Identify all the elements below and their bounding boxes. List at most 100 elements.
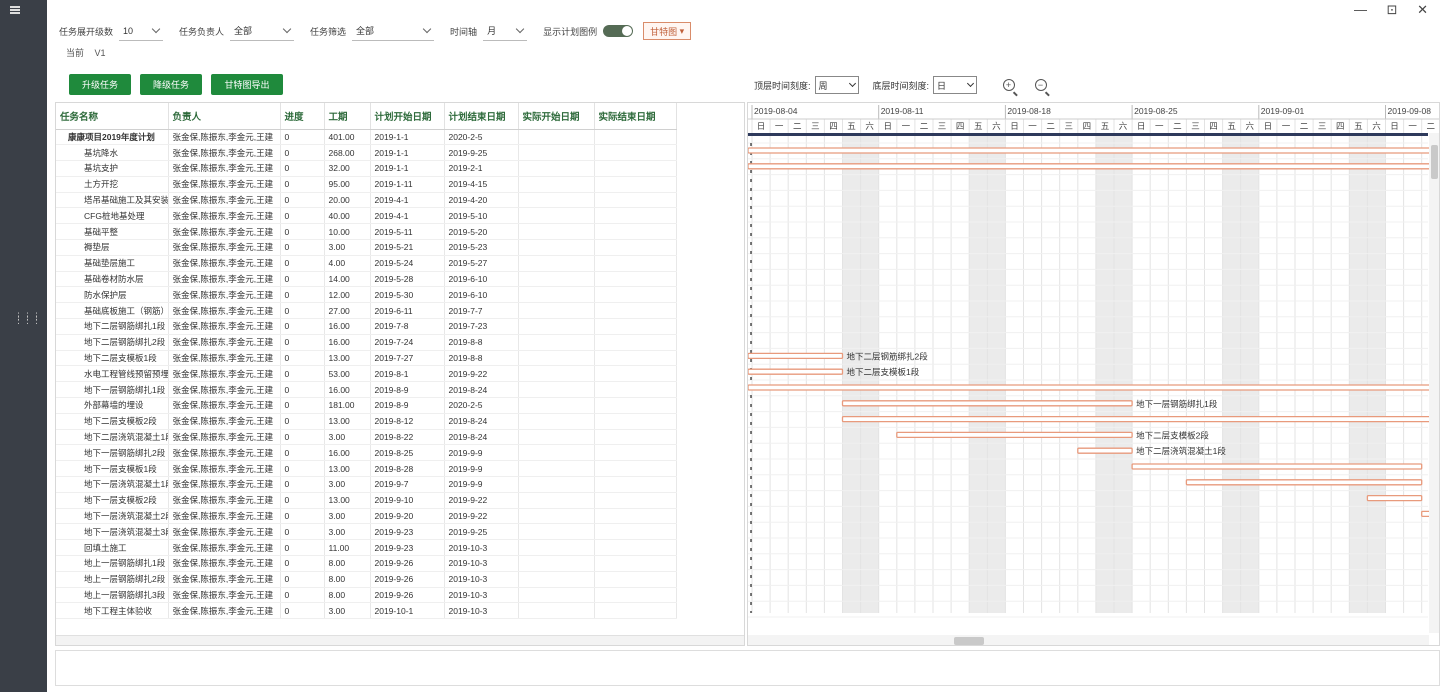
menu-icon[interactable] bbox=[10, 6, 20, 14]
table-cell: 2019-4-1 bbox=[370, 207, 445, 225]
table-cell: 回填土施工 bbox=[56, 539, 169, 557]
task-filter-select[interactable]: 全部 bbox=[352, 21, 435, 41]
task-bar-label: 地下二层浇筑混凝土1段 bbox=[1136, 446, 1226, 456]
table-row[interactable]: 基础垫层施工 张金保,陈振东,李金元,王建 0 4.00 2019-5-24 2019-5… bbox=[56, 255, 677, 272]
column-header[interactable]: 进度 bbox=[280, 103, 325, 130]
table-row[interactable]: 康康项目2019年度计划 张金保,陈振东,李金元,王建 0 401.00 2019-1-… bbox=[56, 129, 677, 146]
task-bar bbox=[1077, 447, 1133, 454]
table-row[interactable]: 地下一层钢筋绑扎2段 张金保,陈振东,李金元,王建 0 16.00 2019-8-25 2… bbox=[56, 444, 677, 462]
table-cell: 张金保,陈振东,李金元,王建 bbox=[168, 413, 281, 430]
table-row[interactable]: 水电工程管线预留预埋 张金保,陈振东,李金元,王建 0 53.00 2019-8-1 20… bbox=[56, 365, 677, 383]
task-bar-label: 地下二层支模板1段 bbox=[847, 367, 920, 377]
table-row[interactable]: 地下一层浇筑混凝土3段 张金保,陈振东,李金元,王建 0 3.00 2019-9-23 2… bbox=[56, 523, 677, 541]
table-row[interactable]: 褥垫层 张金保,陈振东,李金元,王建 0 3.00 2019-5-21 2019-5-23 bbox=[56, 239, 677, 256]
table-row[interactable]: 外部幕墙的埋设 张金保,陈振东,李金元,王建 0 181.00 2019-8-9 2020… bbox=[56, 397, 677, 414]
table-cell: 张金保,陈振东,李金元,王建 bbox=[168, 587, 281, 604]
table-row[interactable]: 回填土施工 张金保,陈振东,李金元,王建 0 11.00 2019-9-23 2019-1… bbox=[56, 539, 677, 557]
table-cell bbox=[594, 255, 677, 272]
column-header[interactable]: 负责人 bbox=[168, 103, 281, 130]
table-cell: 0 bbox=[280, 144, 325, 162]
column-header[interactable]: 工期 bbox=[324, 103, 371, 130]
table-cell: 2019-9-26 bbox=[370, 571, 445, 588]
table-row[interactable]: 地下一层浇筑混凝土2段 张金保,陈振东,李金元,王建 0 3.00 2019-9-20 2… bbox=[56, 508, 677, 525]
table-row[interactable]: 基础底板施工（钢筋） 张金保,陈振东,李金元,王建 0 27.00 2019-6-11 2… bbox=[56, 302, 677, 320]
table-row[interactable]: 地上一层钢筋绑扎3段 张金保,陈振东,李金元,王建 0 8.00 2019-9-26 20… bbox=[56, 587, 677, 604]
column-header[interactable]: 实际结束日期 bbox=[594, 103, 677, 130]
table-row[interactable]: 地下一层支模板1段 张金保,陈振东,李金元,王建 0 13.00 2019-8-28 20… bbox=[56, 460, 677, 478]
breadcrumb-home[interactable]: 当前 bbox=[66, 48, 84, 58]
task-bar bbox=[841, 400, 1133, 407]
table-cell: 2019-9-20 bbox=[370, 508, 445, 525]
table-row[interactable]: 地下一层钢筋绑扎1段 张金保,陈振东,李金元,王建 0 16.00 2019-8-9 20… bbox=[56, 381, 677, 399]
table-row[interactable]: 地下二层钢筋绑扎2段 张金保,陈振东,李金元,王建 0 16.00 2019-7-24 2… bbox=[56, 334, 677, 351]
column-header[interactable]: 计划结束日期 bbox=[444, 103, 519, 130]
table-cell: 181.00 bbox=[324, 397, 371, 414]
table-cell: 0 bbox=[280, 476, 325, 493]
zoom-out-icon[interactable]: − bbox=[1035, 79, 1048, 91]
table-cell: 0 bbox=[280, 460, 325, 478]
table-cell: 2019-6-11 bbox=[370, 302, 445, 320]
table-row[interactable]: 地下工程主体验收 张金保,陈振东,李金元,王建 0 3.00 2019-10-1 2019… bbox=[56, 602, 677, 620]
table-cell bbox=[518, 144, 595, 162]
show-plan-legend-toggle[interactable] bbox=[603, 25, 634, 37]
table-cell: 2019-7-27 bbox=[370, 350, 445, 367]
table-row[interactable]: 地上一层钢筋绑扎2段 张金保,陈振东,李金元,王建 0 8.00 2019-9-26 20… bbox=[56, 571, 677, 588]
upgrade-task-button[interactable]: 升级任务 bbox=[69, 74, 131, 95]
table-row[interactable]: 地下一层支模板2段 张金保,陈振东,李金元,王建 0 13.00 2019-9-10 20… bbox=[56, 492, 677, 509]
table-row[interactable]: 基础平整 张金保,陈振东,李金元,王建 0 10.00 2019-5-11 2019-5-… bbox=[56, 223, 677, 241]
table-row[interactable]: 防水保护层 张金保,陈振东,李金元,王建 0 12.00 2019-5-30 2019-6… bbox=[56, 286, 677, 304]
task-table-panel: 任务名称 负责人 进度 工期 计划开始日期 计划结束日期 实际开始日期 实际结束日期 康康项目… bbox=[55, 102, 745, 646]
zoom-in-icon[interactable]: + bbox=[1003, 79, 1016, 91]
table-row[interactable]: 基础卷材防水层 张金保,陈振东,李金元,王建 0 14.00 2019-5-28 2019… bbox=[56, 271, 677, 288]
window-controls[interactable]: — ⊡ ✕ bbox=[1354, 2, 1436, 18]
table-cell bbox=[518, 239, 595, 256]
table-cell: 地下一层浇筑混凝土2段 bbox=[56, 508, 169, 525]
table-row[interactable]: 地下二层支模板2段 张金保,陈振东,李金元,王建 0 13.00 2019-8-12 20… bbox=[56, 413, 677, 430]
table-row[interactable]: CFG桩地基处理 张金保,陈振东,李金元,王建 0 40.00 2019-4-1 2019… bbox=[56, 207, 677, 225]
table-cell: 外部幕墙的埋设 bbox=[56, 397, 169, 414]
table-cell bbox=[518, 492, 595, 509]
gantt-view-button[interactable]: 甘特图 ▾ bbox=[643, 22, 692, 40]
table-row[interactable]: 地下二层钢筋绑扎1段 张金保,陈振东,李金元,王建 0 16.00 2019-7-8 20… bbox=[56, 318, 677, 335]
column-header[interactable]: 任务名称 bbox=[56, 103, 169, 130]
weekday-label: 二 bbox=[793, 121, 802, 131]
column-header[interactable]: 计划开始日期 bbox=[370, 103, 445, 130]
weekday-label: 五 bbox=[1101, 121, 1110, 131]
column-header[interactable]: 实际开始日期 bbox=[518, 103, 595, 130]
owner-select[interactable]: 全部 bbox=[230, 21, 295, 41]
downgrade-task-button[interactable]: 降级任务 bbox=[140, 74, 202, 95]
weekday-label: 四 bbox=[956, 121, 965, 131]
week-label: 2019-08-18 bbox=[1007, 106, 1051, 116]
table-cell: 2019-5-27 bbox=[444, 255, 519, 272]
table-cell: 2019-7-7 bbox=[444, 302, 519, 320]
table-row[interactable]: 基坑支护 张金保,陈振东,李金元,王建 0 32.00 2019-1-1 2019-2-1 bbox=[56, 160, 677, 177]
table-cell: 0 bbox=[280, 539, 325, 557]
gantt-export-button[interactable]: 甘特图导出 bbox=[211, 74, 283, 95]
task-bar bbox=[748, 368, 844, 375]
table-horizontal-scrollbar[interactable] bbox=[56, 635, 744, 645]
table-row[interactable]: 地上一层钢筋绑扎1段 张金保,陈振东,李金元,王建 0 8.00 2019-9-26 20… bbox=[56, 555, 677, 572]
bottom-scale-select[interactable]: 日 bbox=[933, 76, 978, 94]
table-cell bbox=[518, 334, 595, 351]
table-cell: 张金保,陈振东,李金元,王建 bbox=[168, 365, 281, 383]
table-row[interactable]: 地下二层浇筑混凝土1段 张金保,陈振东,李金元,王建 0 3.00 2019-8-22 2… bbox=[56, 429, 677, 446]
table-cell: 防水保护层 bbox=[56, 286, 169, 304]
table-row[interactable]: 基坑降水 张金保,陈振东,李金元,王建 0 268.00 2019-1-1 2019-9-… bbox=[56, 144, 677, 162]
top-scale-select[interactable]: 周 bbox=[814, 76, 859, 94]
time-axis-select[interactable]: 月 bbox=[483, 21, 528, 41]
expand-level-select[interactable]: 10 bbox=[119, 21, 164, 41]
table-cell: 0 bbox=[280, 587, 325, 604]
table-row[interactable]: 塔吊基础施工及其安装 张金保,陈振东,李金元,王建 0 20.00 2019-4-1 20… bbox=[56, 192, 677, 209]
table-cell bbox=[594, 381, 677, 399]
weekday-label: 日 bbox=[757, 121, 766, 131]
table-row[interactable]: 地下一层浇筑混凝土1段 张金保,陈振东,李金元,王建 0 3.00 2019-9-7 20… bbox=[56, 476, 677, 493]
drag-handle-icon[interactable]: ⋮⋮⋮ ⋮⋮⋮ bbox=[14, 312, 41, 325]
table-row[interactable]: 地下二层支模板1段 张金保,陈振东,李金元,王建 0 13.00 2019-7-27 20… bbox=[56, 350, 677, 367]
table-row[interactable]: 土方开挖 张金保,陈振东,李金元,王建 0 95.00 2019-1-11 2019-4-… bbox=[56, 176, 677, 193]
table-cell bbox=[594, 444, 677, 462]
table-cell bbox=[518, 255, 595, 272]
table-cell: 张金保,陈振东,李金元,王建 bbox=[168, 429, 281, 446]
table-cell: 40.00 bbox=[324, 207, 371, 225]
table-cell: 13.00 bbox=[324, 350, 371, 367]
table-cell: 4.00 bbox=[324, 255, 371, 272]
